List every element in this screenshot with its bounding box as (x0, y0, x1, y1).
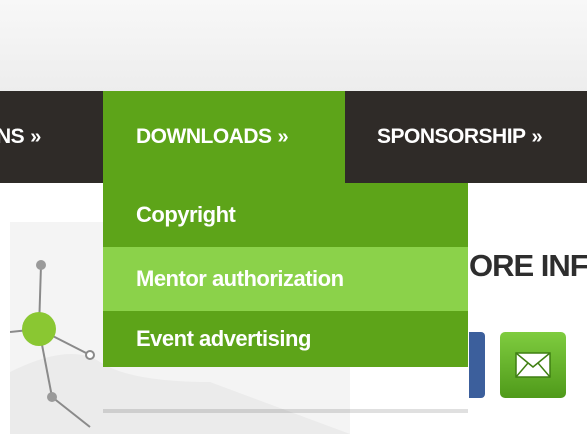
section-heading: ORE INF (469, 248, 587, 283)
double-chevron-icon: » (277, 125, 289, 148)
menu-item-mentor-authorization[interactable]: Mentor authorization (103, 247, 468, 311)
double-chevron-icon: » (531, 125, 543, 148)
header-band (0, 0, 587, 91)
menu-item-event-advertising[interactable]: Event advertising (103, 311, 468, 367)
nav-item-sponsorship[interactable]: SPONSORSHIP » (377, 91, 543, 183)
nav-item-downloads[interactable]: DOWNLOADS » (103, 91, 345, 183)
mail-icon (515, 352, 551, 378)
email-button[interactable] (500, 332, 566, 398)
main-navigation: NS » DOWNLOADS » SPONSORSHIP » (0, 91, 587, 183)
nav-item-label: DOWNLOADS (136, 125, 272, 148)
nav-item-label: SPONSORSHIP (377, 125, 526, 148)
menu-item-copyright[interactable]: Copyright (103, 183, 468, 247)
nav-item-label: NS (0, 125, 25, 148)
social-icon-partial[interactable] (469, 332, 485, 398)
active-indicator (214, 172, 240, 183)
downloads-dropdown-menu: Copyright Mentor authorization Event adv… (103, 183, 468, 367)
double-chevron-icon: » (30, 125, 41, 148)
nav-item-partial[interactable]: NS » (0, 91, 41, 183)
dropdown-shadow (103, 409, 468, 413)
